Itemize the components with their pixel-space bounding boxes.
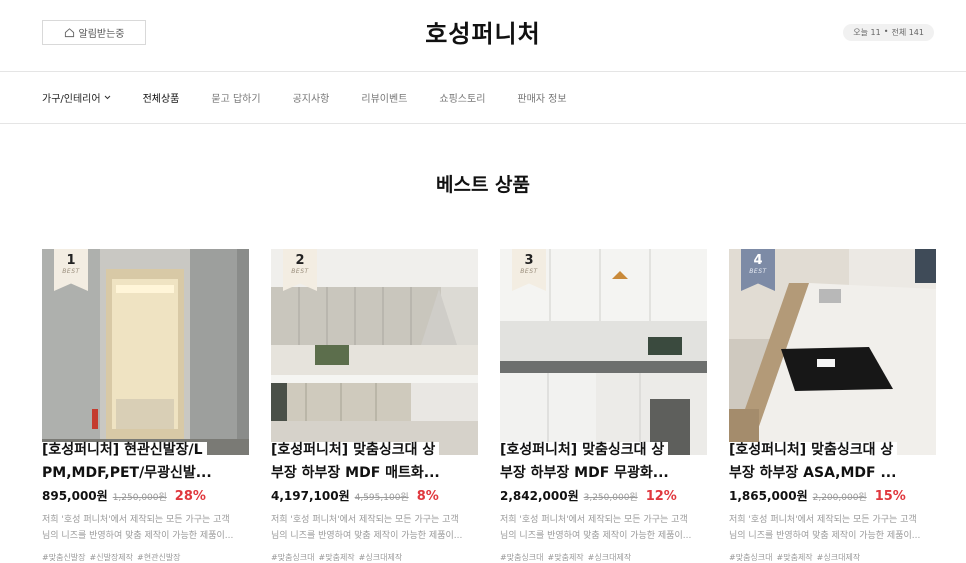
nav-item-label: 쇼핑스토리	[439, 94, 486, 105]
tag[interactable]: #맞춤싱크대	[729, 552, 773, 563]
description-line1: 저희 '호성 퍼니처'에서 제작되는 모든 가구는 고객	[42, 515, 230, 525]
tag[interactable]: #맞춤제작	[319, 552, 355, 563]
product-description: 저희 '호성 퍼니처'에서 제작되는 모든 가구는 고객 님의 니즈를 반영하여…	[500, 512, 707, 544]
description-line1: 저희 '호성 퍼니처'에서 제작되는 모든 가구는 고객	[500, 515, 688, 525]
tag[interactable]: #맞춤신발장	[42, 552, 86, 563]
price-row: 1,865,000원 2,200,000원 15%	[729, 487, 936, 504]
product-image[interactable]: 3 BEST	[500, 249, 707, 455]
product-description: 저희 '호성 퍼니처'에서 제작되는 모든 가구는 고객 님의 니즈를 반영하여…	[42, 512, 249, 544]
nav-item-review-event[interactable]: 리뷰이벤트	[361, 90, 407, 105]
sale-price: 895,000원	[42, 489, 108, 503]
nav-item-seller-info[interactable]: 판매자 정보	[517, 90, 566, 105]
original-price: 2,200,000원	[812, 493, 867, 503]
product-card[interactable]: 1 BEST [호성퍼니처] 현관신발장/L PM,MDF,PET/무광신발..…	[42, 249, 249, 563]
product-image[interactable]: 1 BEST	[42, 249, 249, 455]
nav-item-label: 묻고 답하기	[211, 94, 261, 105]
product-description: 저희 '호성 퍼니처'에서 제작되는 모든 가구는 고객 님의 니즈를 반영하여…	[271, 512, 478, 544]
best-products-list: 1 BEST [호성퍼니처] 현관신발장/L PM,MDF,PET/무광신발..…	[42, 249, 936, 563]
best-label: BEST	[749, 268, 767, 275]
description-line2: 님의 니즈를 반영하여 맞춤 제작이 가능한 제품이...	[42, 531, 234, 541]
nav-item-label: 전체상품	[142, 94, 180, 105]
product-title[interactable]: [호성퍼니처] 맞춤싱크대 상 부장 하부장 MDF 무광화...	[500, 439, 707, 485]
tag[interactable]: #현관신발장	[137, 552, 181, 563]
product-image[interactable]: 4 BEST	[729, 249, 936, 455]
original-price: 1,250,000원	[112, 493, 167, 503]
original-price: 3,250,000원	[583, 493, 638, 503]
product-title-line2: 부장 하부장 ASA,MDF ...	[729, 465, 901, 481]
rank-number: 1	[66, 253, 76, 268]
product-title-line1: [호성퍼니처] 맞춤싱크대 상	[271, 442, 440, 458]
product-title-line1: [호성퍼니처] 현관신발장/L	[42, 442, 207, 458]
nav-item-label: 리뷰이벤트	[361, 94, 408, 105]
best-label: BEST	[62, 268, 80, 275]
product-tags: #맞춤싱크대 #맞춤제작 #싱크대제작	[500, 552, 707, 563]
description-line1: 저희 '호성 퍼니처'에서 제작되는 모든 가구는 고객	[729, 515, 917, 525]
nav-item-label: 공지사항	[292, 94, 330, 105]
visit-today: 오늘 11	[853, 28, 881, 37]
discount-rate: 12%	[645, 489, 677, 504]
tag[interactable]: #싱크대제작	[817, 552, 861, 563]
category-nav: 가구/인테리어 전체상품 묻고 답하기 공지사항 리뷰이벤트 쇼핑스토리 판매자…	[0, 72, 966, 124]
product-title-line1: [호성퍼니처] 맞춤싱크대 상	[500, 442, 669, 458]
original-price: 4,595,100원	[354, 493, 409, 503]
product-tags: #맞춤싱크대 #맞춤제작 #싱크대제작	[729, 552, 936, 563]
product-title-line2: 부장 하부장 MDF 매트화...	[271, 465, 444, 481]
sale-price: 1,865,000원	[729, 489, 808, 503]
tag[interactable]: #맞춤제작	[777, 552, 813, 563]
product-title[interactable]: [호성퍼니처] 맞춤싱크대 상 부장 하부장 MDF 매트화...	[271, 439, 478, 485]
rank-number: 4	[753, 253, 763, 268]
description-line1: 저희 '호성 퍼니처'에서 제작되는 모든 가구는 고객	[271, 515, 459, 525]
product-title-line2: PM,MDF,PET/무광신발...	[42, 465, 216, 481]
product-card[interactable]: 2 BEST [호성퍼니처] 맞춤싱크대 상 부장 하부장 MDF 매트화...…	[271, 249, 478, 563]
store-header: 알림받는중 호성퍼니처 오늘 11 • 전체 141	[0, 0, 966, 72]
tag[interactable]: #신발장제작	[90, 552, 134, 563]
nav-item-qna[interactable]: 묻고 답하기	[211, 90, 260, 105]
product-card[interactable]: 4 BEST [호성퍼니처] 맞춤싱크대 상 부장 하부장 ASA,MDF ..…	[729, 249, 936, 563]
description-line2: 님의 니즈를 반영하여 맞춤 제작이 가능한 제품이...	[729, 531, 921, 541]
tag[interactable]: #맞춤제작	[548, 552, 584, 563]
product-card[interactable]: 3 BEST [호성퍼니처] 맞춤싱크대 상 부장 하부장 MDF 무광화...…	[500, 249, 707, 563]
nav-item-label: 판매자 정보	[517, 94, 567, 105]
best-label: BEST	[520, 268, 538, 275]
nav-item-all-products[interactable]: 전체상품	[143, 90, 180, 105]
store-logo[interactable]: 호성퍼니처	[0, 14, 966, 49]
rank-number: 3	[524, 253, 534, 268]
product-tags: #맞춤싱크대 #맞춤제작 #싱크대제작	[271, 552, 478, 563]
product-description: 저희 '호성 퍼니처'에서 제작되는 모든 가구는 고객 님의 니즈를 반영하여…	[729, 512, 936, 544]
nav-item-furniture[interactable]: 가구/인테리어	[42, 90, 111, 105]
tag[interactable]: #맞춤싱크대	[271, 552, 315, 563]
nav-item-shopping-story[interactable]: 쇼핑스토리	[439, 90, 485, 105]
best-label: BEST	[291, 268, 309, 275]
visitor-count: 오늘 11 • 전체 141	[843, 24, 934, 41]
description-line2: 님의 니즈를 반영하여 맞춤 제작이 가능한 제품이...	[271, 531, 463, 541]
tag[interactable]: #싱크대제작	[359, 552, 403, 563]
product-title-line1: [호성퍼니처] 맞춤싱크대 상	[729, 442, 898, 458]
sale-price: 2,842,000원	[500, 489, 579, 503]
discount-rate: 28%	[174, 489, 206, 504]
chevron-down-icon	[104, 95, 110, 100]
product-image[interactable]: 2 BEST	[271, 249, 478, 455]
product-tags: #맞춤신발장 #신발장제작 #현관신발장	[42, 552, 249, 563]
discount-rate: 8%	[416, 489, 439, 504]
visit-separator: •	[883, 27, 889, 36]
price-row: 2,842,000원 3,250,000원 12%	[500, 487, 707, 504]
visit-total: 전체 141	[891, 28, 924, 37]
description-line2: 님의 니즈를 반영하여 맞춤 제작이 가능한 제품이...	[500, 531, 692, 541]
sale-price: 4,197,100원	[271, 489, 350, 503]
price-row: 4,197,100원 4,595,100원 8%	[271, 487, 478, 504]
price-row: 895,000원 1,250,000원 28%	[42, 487, 249, 504]
rank-number: 2	[295, 253, 305, 268]
nav-item-notice[interactable]: 공지사항	[293, 90, 330, 105]
tag[interactable]: #맞춤싱크대	[500, 552, 544, 563]
section-title: 베스트 상품	[435, 174, 530, 196]
discount-rate: 15%	[874, 489, 906, 504]
product-title[interactable]: [호성퍼니처] 맞춤싱크대 상 부장 하부장 ASA,MDF ...	[729, 439, 936, 485]
nav-item-label: 가구/인테리어	[42, 94, 101, 105]
product-title[interactable]: [호성퍼니처] 현관신발장/L PM,MDF,PET/무광신발...	[42, 439, 249, 485]
tag[interactable]: #싱크대제작	[588, 552, 632, 563]
product-title-line2: 부장 하부장 MDF 무광화...	[500, 465, 673, 481]
